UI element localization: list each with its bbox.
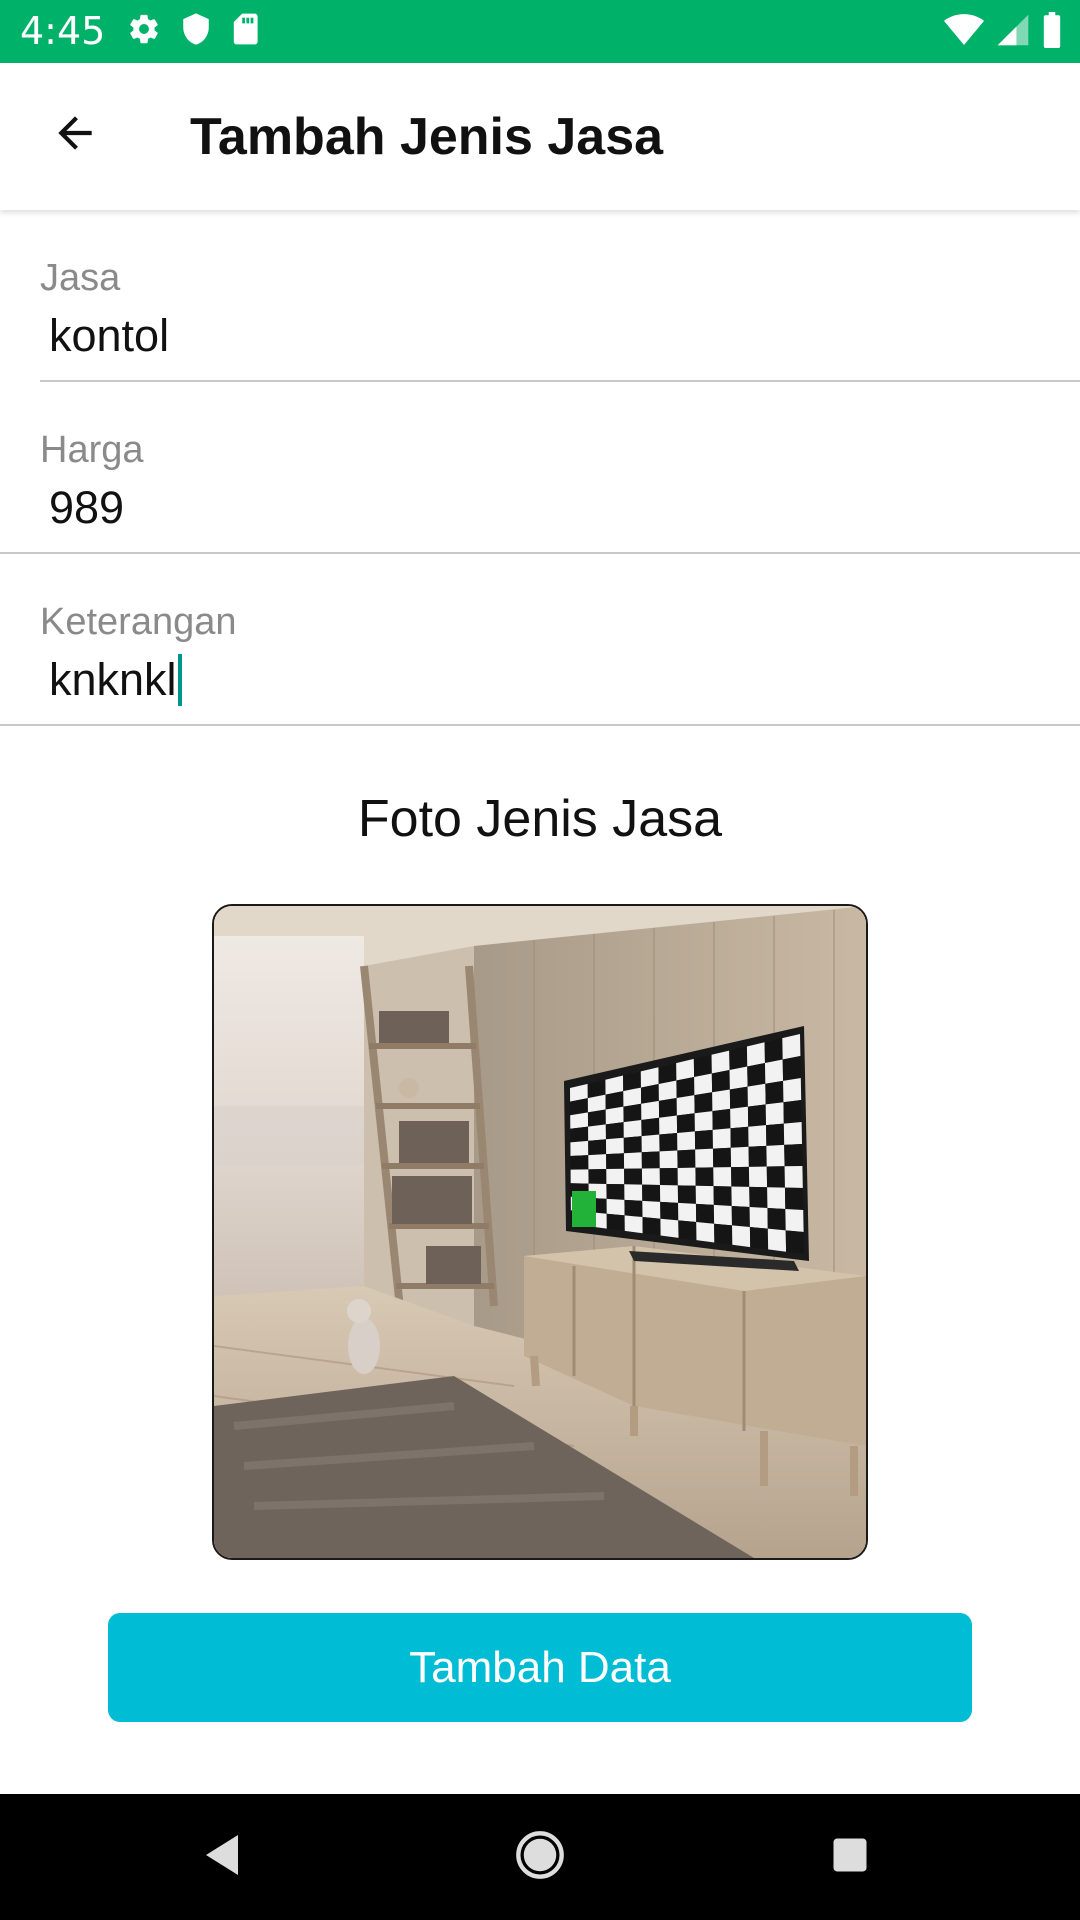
text-cursor (177, 654, 182, 706)
jasa-field[interactable]: Jasa kontol (0, 250, 1080, 382)
tambah-data-button[interactable]: Tambah Data (108, 1613, 972, 1722)
keterangan-label: Keterangan (40, 601, 237, 643)
shield-icon (181, 12, 211, 46)
jasa-underline (40, 380, 1080, 382)
keterangan-input[interactable]: knknkl (49, 654, 177, 705)
back-triangle-icon (200, 1831, 248, 1884)
nav-back-button[interactable] (191, 1824, 257, 1890)
photo-section-title: Foto Jenis Jasa (357, 790, 723, 848)
app-bar: Tambah Jenis Jasa (0, 63, 1080, 210)
wifi-icon (944, 13, 984, 47)
home-circle-icon (514, 1829, 566, 1886)
jasa-label: Jasa (40, 257, 121, 299)
battery-icon (1042, 12, 1062, 48)
harga-field[interactable]: Harga 989 (0, 422, 1080, 554)
status-time: 4:45 (20, 9, 106, 53)
harga-underline (0, 552, 1080, 554)
keterangan-underline (0, 724, 1080, 726)
back-button[interactable] (38, 98, 112, 172)
nav-recents-button[interactable] (817, 1824, 883, 1890)
photo-image[interactable] (212, 904, 868, 1560)
jasa-input[interactable]: kontol (49, 310, 169, 362)
harga-input[interactable]: 989 (49, 482, 124, 534)
page-title: Tambah Jenis Jasa (190, 108, 664, 166)
navigation-bar (0, 1794, 1080, 1920)
status-left-icons (127, 12, 259, 46)
keterangan-input-wrap[interactable]: knknkl (49, 654, 182, 706)
settings-gear-icon (127, 12, 161, 46)
arrow-left-icon (50, 108, 100, 163)
harga-label: Harga (40, 429, 144, 471)
nav-home-button[interactable] (507, 1824, 573, 1890)
status-bar: 4:45 (0, 0, 1080, 63)
keterangan-field[interactable]: Keterangan knknkl (0, 594, 1080, 726)
room-photo-illustration (214, 906, 866, 1558)
cell-signal-icon (996, 13, 1030, 47)
recents-square-icon (828, 1833, 872, 1882)
status-right-icons (944, 12, 1062, 48)
sd-card-icon (231, 12, 259, 46)
